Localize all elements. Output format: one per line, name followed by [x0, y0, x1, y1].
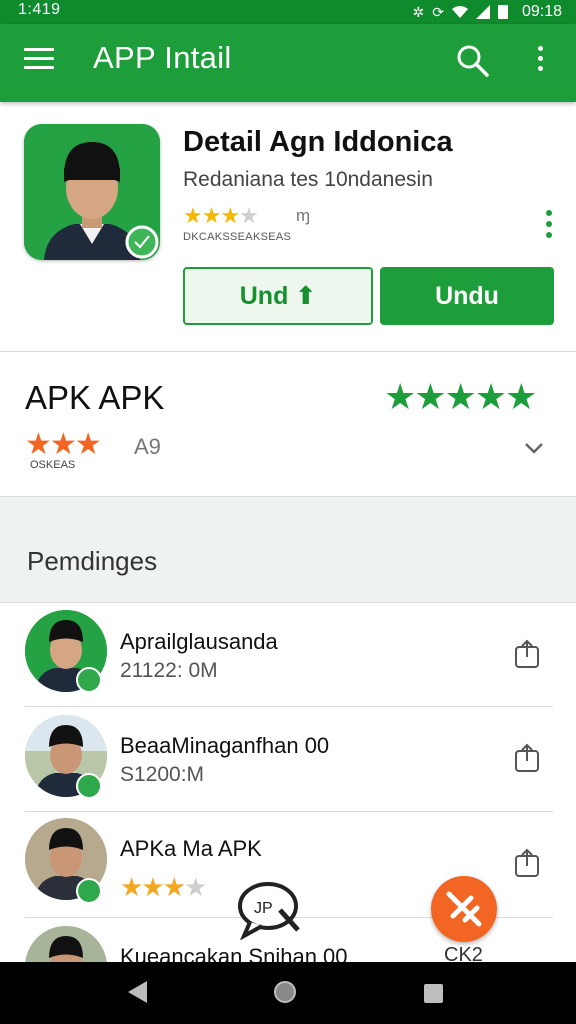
section-title: Pemdinges [27, 546, 158, 576]
app-rating-text: ɱ [296, 206, 311, 225]
list-item-title: BeaaMinaganfhan 00 [120, 733, 330, 758]
status-bar: 1:419 ✲ ⟳ 09:18 [0, 0, 576, 24]
avatar [25, 926, 107, 962]
sync-icon: ⟳ [432, 4, 444, 20]
app-name: Detail Agn Iddonica [183, 126, 453, 158]
app-bar: APP Intail [0, 24, 576, 102]
verified-badge-icon [76, 667, 102, 693]
rating-sub: OSKEAS [30, 459, 76, 471]
rating-orange-stars: ★★★ [25, 428, 102, 461]
search-icon[interactable] [456, 44, 490, 78]
nav-home-icon[interactable] [274, 981, 296, 1003]
battery-icon [497, 5, 508, 19]
update-outline-button[interactable]: Und ⬆ [183, 267, 373, 325]
rating-section-title: APK APK [25, 379, 165, 416]
chevron-down-icon[interactable] [522, 440, 546, 456]
list-item[interactable]: BeaaMinaganfhan 00 S1200:M [0, 707, 576, 811]
list-item-title: Aprailglausanda [120, 629, 278, 654]
list-item-title: APKa Ma APK [120, 836, 262, 861]
person-portrait-icon [24, 124, 160, 260]
divider [0, 351, 576, 352]
download-button[interactable]: Undu [380, 267, 554, 325]
nav-recents-icon[interactable] [424, 984, 443, 1003]
airplane-icon [446, 891, 482, 927]
list-item[interactable]: Aprailglausanda 21122: 0M [0, 603, 576, 707]
list-item-stars: ★★★★ [120, 872, 207, 902]
chat-bubble-icon[interactable]: JP [236, 880, 306, 940]
hamburger-menu-icon[interactable] [24, 48, 54, 70]
app-meta: DKCAKSSEAKSEAS [183, 231, 292, 243]
app-bar-title: APP Intail [93, 40, 232, 75]
status-time-left: 1:419 [18, 1, 61, 18]
verified-badge-icon [76, 773, 102, 799]
person-avatar-icon [25, 926, 107, 962]
plane-fab-button[interactable] [431, 876, 497, 942]
list-item-title: Kueancakan Snihan 00 [120, 944, 348, 962]
app-icon [24, 124, 160, 260]
share-icon[interactable] [513, 743, 541, 773]
more-vert-icon[interactable] [530, 46, 550, 78]
share-icon[interactable] [513, 639, 541, 669]
bluetooth-icon: ✲ [412, 4, 425, 20]
wifi-icon [451, 6, 468, 18]
card-more-icon[interactable] [544, 210, 554, 244]
app-developer: Redaniana tes 10ndanesin [183, 168, 433, 191]
share-icon[interactable] [513, 848, 541, 878]
rating-big-stars: ★★★★★ [384, 376, 537, 417]
status-time-right: 09:18 [521, 3, 562, 20]
list-item-subtitle: 21122: 0M [120, 659, 218, 682]
signal-icon [475, 5, 490, 19]
status-icons: ✲ ⟳ 09:18 [412, 1, 562, 23]
nav-back-icon[interactable] [128, 981, 147, 1003]
list-item-subtitle: S1200:M [120, 763, 205, 786]
app-stars: ★★★★ [183, 203, 259, 228]
svg-text:JP: JP [254, 900, 273, 917]
rating-count: A9 [134, 434, 161, 459]
verified-badge-icon [76, 878, 102, 904]
